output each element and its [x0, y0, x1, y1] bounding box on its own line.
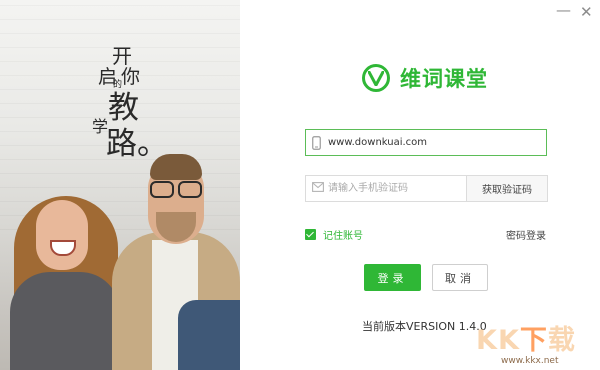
sms-code-field[interactable]: 获取验证码	[305, 175, 548, 202]
slogan-char: 开	[112, 44, 132, 68]
password-login-link[interactable]: 密码登录	[506, 227, 546, 242]
close-button[interactable]: ✕	[580, 4, 593, 20]
account-input[interactable]	[328, 133, 538, 152]
brand-name: 维词课堂	[400, 67, 488, 91]
site-watermark: KK下载 www.kkx.net	[476, 318, 594, 366]
woman-face	[36, 200, 88, 270]
woman-body	[10, 272, 120, 370]
glasses-icon	[150, 181, 202, 198]
slogan-char: 教	[108, 90, 139, 126]
get-code-button[interactable]: 获取验证码	[466, 175, 548, 202]
slogan: 开 启 的 你 学 教 路。	[0, 0, 240, 180]
login-button[interactable]: 登录	[364, 264, 421, 291]
man-jeans	[178, 300, 240, 370]
slogan-char: 路。	[106, 126, 168, 162]
watermark-char: 载	[547, 325, 576, 356]
remember-account-checkbox[interactable]: 记住账号	[305, 227, 363, 242]
watermark-char: K	[476, 325, 498, 356]
v-letter-icon	[368, 71, 384, 86]
cancel-button[interactable]: 取消	[432, 264, 488, 291]
watermark-char: K	[497, 325, 520, 356]
checkbox-checked-icon[interactable]	[305, 229, 316, 240]
promo-photo: 开 启 的 你 学 教 路。	[0, 0, 240, 370]
brand-logo: 维词课堂	[362, 62, 488, 94]
logo-v-icon	[362, 64, 390, 92]
watermark-url: www.kkx.net	[501, 356, 559, 366]
watermark-logo: KK下载	[476, 318, 576, 357]
account-field[interactable]	[305, 129, 547, 156]
version-text: 当前版本VERSION 1.4.0	[362, 320, 487, 333]
envelope-icon	[312, 182, 324, 192]
login-window: 开 启 的 你 学 教 路。 — ✕ 维词课堂 www.downkuai.com…	[0, 0, 600, 370]
phone-icon	[312, 136, 321, 150]
minimize-button[interactable]: —	[556, 2, 571, 18]
slogan-char: 你	[121, 66, 141, 88]
remember-account-label: 记住账号	[323, 231, 363, 242]
watermark-char: 下	[519, 325, 548, 356]
sms-code-input[interactable]	[328, 179, 478, 198]
